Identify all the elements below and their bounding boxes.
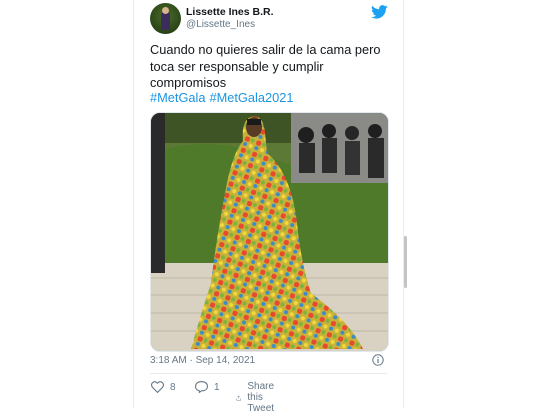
hashtags: #MetGala #MetGala2021 [150, 90, 297, 105]
reply-count: 1 [214, 381, 220, 393]
tweet-timestamp[interactable]: 3:18 AM · Sep 14, 2021 [150, 355, 255, 366]
photo-illustration [151, 113, 388, 351]
tweet-photo[interactable] [150, 112, 389, 352]
avatar[interactable] [150, 3, 181, 34]
share-icon [236, 394, 241, 400]
scrollbar[interactable] [404, 236, 407, 288]
like-count: 8 [170, 381, 176, 393]
share-button[interactable]: Share this Tweet [236, 381, 281, 414]
twitter-bird-icon[interactable] [371, 5, 388, 19]
info-icon[interactable] [372, 354, 384, 366]
heart-icon [151, 381, 164, 393]
author-handle[interactable]: @Lissette_Ines [186, 19, 255, 30]
divider [150, 373, 387, 374]
like-button[interactable]: 8 [151, 381, 176, 393]
reply-button[interactable]: 1 [195, 381, 220, 393]
hashtag-link[interactable]: #MetGala2021 [209, 90, 293, 105]
share-label: Share this Tweet [247, 381, 275, 414]
hashtag-link[interactable]: #MetGala [150, 90, 205, 105]
author-name[interactable]: Lissette Ines B.R. [186, 6, 274, 18]
comment-icon [195, 381, 208, 393]
tweet-text: Cuando no quieres salir de la cama pero … [150, 42, 381, 90]
